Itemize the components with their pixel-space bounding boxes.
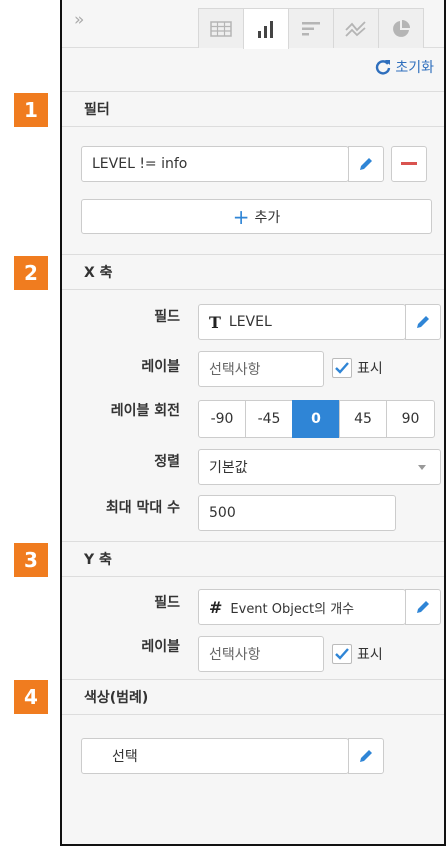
reset-label: 초기화	[395, 60, 434, 76]
x-rotation-label: 레이블 회전	[110, 403, 180, 419]
pencil-icon	[360, 750, 372, 762]
checkbox-box[interactable]	[332, 358, 352, 378]
add-filter-button[interactable]: + 추가	[81, 199, 432, 234]
step-badge-3: 3	[14, 543, 48, 577]
refresh-icon	[376, 60, 391, 75]
y-show-label-checkbox[interactable]: 표시	[332, 644, 383, 664]
x-label-placeholder: 선택사항	[209, 362, 261, 378]
pie-chart-icon	[393, 19, 410, 37]
x-axis-section-header: X 축	[62, 254, 444, 290]
color-field-select[interactable]: 선택	[81, 738, 349, 774]
chart-config-panel: » 초기화 필터 LEVEL != info + 추가 X 축 필드 T LEV…	[60, 0, 446, 846]
filter-expression-field[interactable]: LEVEL != info	[81, 146, 349, 182]
tab-pie-chart[interactable]	[378, 8, 424, 48]
x-max-bars-value: 500	[209, 505, 236, 521]
color-edit-button[interactable]	[348, 738, 384, 774]
y-field-value: Event Object의 개수	[230, 601, 355, 617]
x-sort-value: 기본값	[209, 460, 248, 476]
x-field-edit-button[interactable]	[405, 304, 441, 340]
rotation-option-selected[interactable]: 0	[292, 400, 340, 438]
y-show-label-text: 표시	[357, 647, 383, 663]
y-label-placeholder: 선택사항	[209, 647, 261, 663]
x-show-label-checkbox[interactable]: 표시	[332, 358, 383, 378]
x-show-label-text: 표시	[357, 361, 383, 377]
rotation-option[interactable]: -45	[245, 400, 293, 438]
step-badge-1: 1	[14, 93, 48, 127]
y-axis-section-header: Y 축	[62, 541, 444, 577]
y-field-edit-button[interactable]	[405, 589, 441, 625]
checkmark-icon	[335, 362, 349, 374]
rotation-option[interactable]: 45	[339, 400, 387, 438]
collapse-panel-button[interactable]: »	[74, 12, 84, 29]
tab-bar-chart[interactable]	[288, 8, 334, 48]
label-rotation-selector: -90 -45 0 45 90	[198, 400, 435, 438]
rotation-option[interactable]: 90	[386, 400, 435, 438]
color-select-label: 선택	[112, 749, 138, 765]
pencil-icon	[417, 601, 429, 613]
chevron-down-icon	[418, 465, 426, 470]
x-field-value: LEVEL	[228, 314, 272, 330]
filter-section-header: 필터	[62, 91, 444, 127]
y-field-label: 필드	[154, 595, 180, 611]
x-sort-label: 정렬	[154, 454, 180, 470]
pencil-icon	[417, 316, 429, 328]
x-max-bars-input[interactable]: 500	[198, 495, 396, 531]
bar-chart-icon	[258, 21, 273, 38]
tab-column-chart[interactable]	[243, 8, 289, 49]
plus-icon: +	[232, 204, 250, 229]
pencil-icon	[360, 158, 372, 170]
x-label-input[interactable]: 선택사항	[198, 351, 324, 387]
filter-expression-text: LEVEL != info	[92, 156, 188, 172]
y-field-select[interactable]: # Event Object의 개수	[198, 589, 406, 625]
x-max-bars-label: 최대 막대 수	[105, 500, 180, 516]
filter-edit-button[interactable]	[348, 146, 384, 182]
rotation-option[interactable]: -90	[198, 400, 246, 438]
minus-icon	[401, 162, 417, 165]
x-field-label: 필드	[154, 309, 180, 325]
step-badge-4: 4	[14, 680, 48, 714]
horizontal-bar-icon	[302, 21, 320, 35]
filter-section-title: 필터	[84, 102, 110, 118]
x-axis-section-title: X 축	[84, 265, 113, 281]
checkbox-box[interactable]	[332, 644, 352, 664]
add-filter-label: 추가	[254, 209, 281, 226]
x-label-label: 레이블	[141, 359, 180, 375]
visualization-toolbar: »	[62, 0, 444, 49]
filter-remove-button[interactable]	[391, 146, 427, 182]
text-type-icon: T	[209, 312, 221, 332]
x-field-select[interactable]: T LEVEL	[198, 304, 406, 340]
y-label-label: 레이블	[141, 639, 180, 655]
y-axis-section-title: Y 축	[84, 552, 112, 568]
chart-type-tabs	[198, 8, 424, 49]
checkmark-icon	[335, 648, 349, 660]
reset-button[interactable]: 초기화	[375, 57, 434, 77]
color-section-header: 색상(범례)	[62, 679, 444, 715]
table-icon	[210, 20, 232, 37]
step-badge-2: 2	[14, 256, 48, 290]
color-section-title: 색상(범례)	[84, 690, 149, 706]
number-type-icon: #	[209, 597, 223, 617]
line-chart-icon	[345, 20, 366, 37]
tab-line-chart[interactable]	[333, 8, 379, 48]
y-label-input[interactable]: 선택사항	[198, 636, 324, 672]
x-sort-dropdown[interactable]: 기본값	[198, 449, 441, 485]
tab-table[interactable]	[198, 8, 244, 48]
